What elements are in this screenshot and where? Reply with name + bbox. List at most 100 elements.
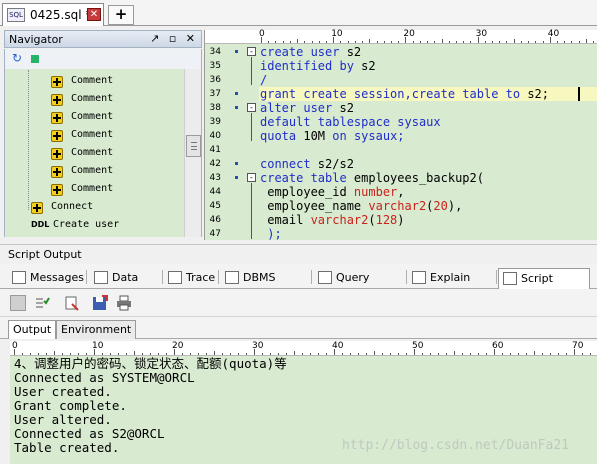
code-editor[interactable]: create user s2 identified by s2/grant cre… bbox=[259, 44, 597, 240]
tab-trace[interactable]: Trace bbox=[164, 268, 216, 289]
refresh-icon[interactable]: ↻ bbox=[12, 51, 22, 65]
print-icon[interactable] bbox=[116, 295, 132, 311]
ruler-tick bbox=[549, 37, 551, 43]
messages-icon bbox=[12, 271, 26, 284]
tree-item[interactable]: Comment bbox=[5, 144, 184, 162]
ruler-tick bbox=[246, 353, 247, 355]
output-line: 4、调整用户的密码、锁定状态、配额(quota)等 bbox=[14, 356, 287, 371]
ruler-tick bbox=[62, 353, 63, 355]
code-token: employee_name bbox=[260, 199, 369, 213]
document-tab-0425-sql[interactable]: SQL 0425.sql * ✕ bbox=[2, 3, 104, 26]
ruler-tick bbox=[470, 353, 471, 355]
tree-item[interactable]: Comment bbox=[5, 90, 184, 108]
ruler-tick bbox=[441, 39, 443, 43]
tree-item[interactable]: Connect bbox=[5, 198, 184, 216]
tree-item[interactable]: Comment bbox=[5, 162, 184, 180]
close-tab-icon[interactable]: ✕ bbox=[87, 8, 101, 21]
ruler-tick bbox=[362, 41, 364, 43]
code-token: varchar2 bbox=[310, 213, 369, 227]
navigator-scrollbar[interactable] bbox=[184, 69, 202, 237]
clear-icon[interactable] bbox=[64, 295, 80, 311]
ruler-tick bbox=[22, 353, 23, 355]
output-text-area[interactable]: http://blog.csdn.net/DuanFa21 4、调整用户的密码、… bbox=[10, 356, 597, 464]
fold-toggle-icon[interactable]: - bbox=[247, 47, 256, 56]
tab-environment[interactable]: Environment bbox=[56, 320, 137, 339]
tree-item[interactable]: Comment bbox=[5, 180, 184, 198]
ruler-tick bbox=[406, 353, 407, 355]
ruler-tick bbox=[383, 41, 385, 43]
ruler-tick bbox=[174, 349, 175, 355]
ruler-tick bbox=[350, 353, 351, 355]
editor-gutter: 34 - 35 36 37 38 - 39 40 41 42 43 - 44 45 46 47 bbox=[204, 44, 259, 240]
ruler-tick bbox=[390, 41, 392, 43]
ruler-tick bbox=[582, 353, 583, 355]
ruler-tick bbox=[513, 39, 515, 43]
trace-icon bbox=[168, 271, 182, 284]
ruler-tick bbox=[427, 41, 429, 43]
copy-icon[interactable] bbox=[10, 295, 26, 311]
tab-dbms-output[interactable]: DBMS Output bbox=[221, 268, 309, 303]
ruler-tick bbox=[438, 353, 439, 355]
script-output-title: Script Output bbox=[8, 248, 82, 261]
tab-explain-plan[interactable]: Explain Plan bbox=[408, 268, 494, 303]
code-token: connect bbox=[260, 157, 318, 171]
tab-script-output[interactable]: Script Output bbox=[498, 268, 590, 304]
code-line: email varchar2(128) bbox=[260, 213, 404, 227]
tree-item-label: Comment bbox=[71, 165, 114, 176]
tree-item[interactable]: Comment bbox=[5, 108, 184, 126]
code-token: s2; bbox=[527, 87, 549, 101]
tab-messages[interactable]: Messages bbox=[8, 268, 84, 289]
script-output-header: Script Output bbox=[0, 244, 597, 263]
ruler-tick bbox=[311, 41, 313, 43]
ruler-tick bbox=[414, 349, 415, 355]
output-sub-tabs: Output Environment bbox=[0, 317, 597, 339]
tab-output[interactable]: Output bbox=[8, 320, 57, 339]
sql-file-icon: SQL bbox=[7, 8, 25, 22]
navigator-tree[interactable]: Comment Comment Comment Comment Comment Comme… bbox=[4, 69, 184, 237]
output-line: Grant complete. bbox=[14, 398, 127, 413]
save-icon[interactable] bbox=[92, 295, 108, 311]
tab-separator bbox=[162, 270, 163, 284]
statement-marker-icon bbox=[235, 106, 238, 109]
code-token: default tablespace sysaux bbox=[260, 115, 441, 129]
tab-query-viewer[interactable]: Query Viewer bbox=[314, 268, 404, 303]
ruler-tick bbox=[254, 349, 255, 355]
ruler-tick bbox=[412, 41, 414, 43]
check-list-icon[interactable] bbox=[34, 295, 50, 311]
new-tab-button[interactable]: + bbox=[108, 5, 134, 25]
code-token: s2 bbox=[346, 45, 362, 59]
line-number: 39 bbox=[209, 117, 221, 127]
tab-data-grid[interactable]: Data Grid bbox=[90, 268, 160, 303]
ruler-tick bbox=[286, 353, 287, 355]
ruler-tick bbox=[325, 41, 327, 43]
output-ruler: 0 10 20 30 40 50 60 70 bbox=[10, 341, 597, 356]
statement-marker-icon bbox=[235, 92, 238, 95]
ruler-tick bbox=[534, 351, 535, 355]
tree-item[interactable]: Comment bbox=[5, 72, 184, 90]
ruler-tick bbox=[390, 353, 391, 355]
fold-toggle-icon[interactable]: - bbox=[247, 173, 256, 182]
fold-toggle-icon[interactable]: - bbox=[247, 103, 256, 112]
ruler-tick bbox=[198, 353, 199, 355]
ruler-tick bbox=[268, 41, 270, 43]
code-line: employee_id number, bbox=[260, 185, 404, 199]
tree-item-label: Connect bbox=[51, 201, 94, 212]
code-line: grant create session,create table to s2; bbox=[260, 87, 549, 101]
ruler-tick bbox=[486, 353, 487, 355]
ruler-tick bbox=[520, 41, 522, 43]
tree-item[interactable]: DDL Create user bbox=[5, 216, 184, 234]
status-square-icon[interactable] bbox=[31, 55, 39, 63]
scrollbar-thumb[interactable] bbox=[186, 135, 201, 157]
ruler-tick bbox=[506, 41, 508, 43]
navigator-window-buttons[interactable]: ↗ ▫ ✕ bbox=[150, 32, 198, 45]
code-token: varchar2 bbox=[368, 199, 427, 213]
ruler-tick bbox=[557, 41, 559, 43]
ruler-tick bbox=[455, 41, 457, 43]
ruler-tick bbox=[289, 41, 291, 43]
code-token: ), bbox=[447, 199, 463, 213]
tree-item[interactable]: Comment bbox=[5, 126, 184, 144]
ruler-tick bbox=[214, 351, 215, 355]
navigator-toolbar: ↻ bbox=[4, 49, 202, 69]
code-token: create user bbox=[260, 45, 347, 59]
ruler-tick bbox=[86, 353, 87, 355]
